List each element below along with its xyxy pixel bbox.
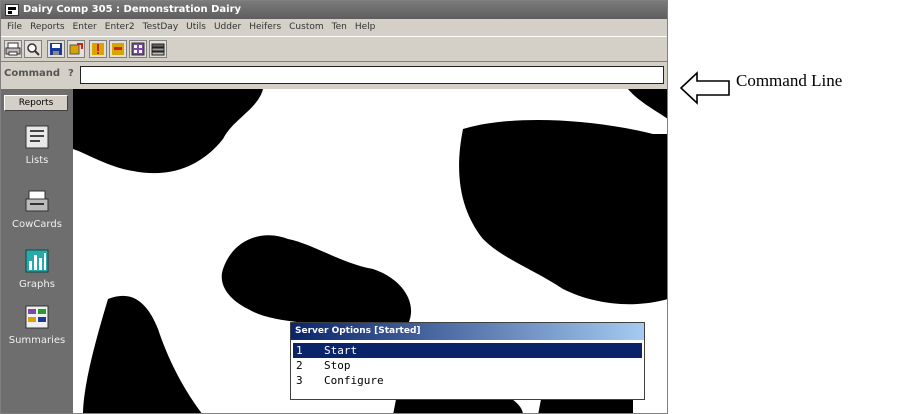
annotation-label: Command Line [736,71,843,90]
sidebar: Reports Lists CowCards Graphs Summaries [1,89,73,413]
app-window: Dairy Comp 305 : Demonstration Dairy Fil… [0,0,668,414]
command-label: Command [4,68,61,79]
menu-bar: File Reports Enter Enter2 TestDay Utils … [1,19,667,35]
option-number: 2 [296,359,303,372]
export-icon [69,43,83,55]
option-number: 3 [296,374,303,387]
print-button[interactable] [4,40,22,58]
sidebar-item-label: CowCards [12,219,62,230]
sidebar-item-label: Graphs [19,279,55,290]
save-icon [50,43,62,55]
menu-file[interactable]: File [1,19,26,35]
menu-enter2[interactable]: Enter2 [101,19,139,35]
cowcard-icon [25,190,49,212]
menu-reports[interactable]: Reports [26,19,69,35]
sidebar-item-label: Lists [25,155,49,166]
sidebar-item-cowcards[interactable]: CowCards [1,189,73,249]
menu-enter[interactable]: Enter [69,19,101,35]
menu-custom[interactable]: Custom [285,19,327,35]
menu-help[interactable]: Help [351,19,380,35]
print-icon [5,42,21,56]
option-label: Stop [324,359,351,372]
save-button[interactable] [47,40,65,58]
graph-icon [25,249,49,273]
calculator-button[interactable] [129,40,147,58]
option-list: 1 Start 2 Stop 3 Configure [293,343,642,388]
option-label: Configure [324,374,384,387]
menu-ten[interactable]: Ten [328,19,351,35]
summary-icon [25,305,49,329]
menu-udder[interactable]: Udder [210,19,245,35]
sidebar-item-summaries[interactable]: Summaries [1,305,73,365]
option-number: 1 [296,344,303,357]
window-title: Dairy Comp 305 : Demonstration Dairy [23,4,242,15]
toolbar [1,36,667,62]
stack-button[interactable] [149,40,167,58]
server-options-dialog: Server Options [Started] 1 Start 2 Stop 3 C… [290,322,645,400]
calculator-icon [131,42,145,56]
sidebar-item-graphs[interactable]: Graphs [1,249,73,309]
menu-testday[interactable]: TestDay [139,19,183,35]
command-prompt: ? [68,68,74,79]
stack-icon [151,43,165,56]
option-stop[interactable]: 2 Stop [293,358,642,373]
menu-heifers[interactable]: Heifers [245,19,285,35]
command-row: Command ? [1,64,667,86]
flag-button[interactable] [89,40,107,58]
flag-icon [92,43,104,55]
app-icon [5,4,19,16]
command-input[interactable] [80,66,664,84]
tag-icon [112,43,124,55]
tag-button[interactable] [109,40,127,58]
left-arrow-icon [679,71,730,105]
zoom-icon [27,43,40,56]
title-bar: Dairy Comp 305 : Demonstration Dairy [1,1,667,19]
dialog-title: Server Options [Started] [291,323,644,340]
export-button[interactable] [67,40,85,58]
option-label: Start [324,344,358,357]
sidebar-item-label: Summaries [8,335,66,346]
option-configure[interactable]: 3 Configure [293,373,642,388]
sidebar-item-lists[interactable]: Lists [1,125,73,185]
list-icon [25,125,49,149]
zoom-button[interactable] [24,40,42,58]
menu-utils[interactable]: Utils [182,19,210,35]
reports-tab[interactable]: Reports [4,95,68,111]
option-start[interactable]: 1 Start [293,343,642,358]
